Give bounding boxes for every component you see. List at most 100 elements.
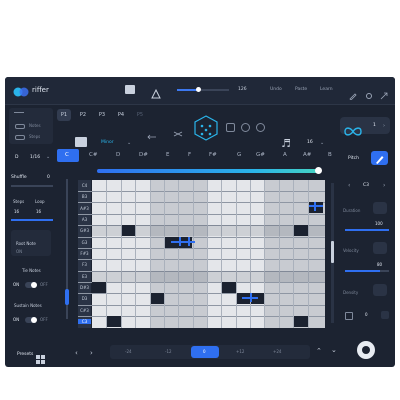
sustain-notes-toggle[interactable] (25, 317, 37, 323)
note-header[interactable]: E (166, 152, 169, 158)
scroll-down-button[interactable]: ⌄ (331, 346, 337, 354)
undo-button[interactable]: Undo (270, 87, 282, 92)
brush-icon (376, 156, 384, 164)
expand-icon[interactable] (380, 85, 388, 104)
loop-value[interactable]: 16 (36, 209, 41, 214)
tempo-slider[interactable] (177, 87, 229, 92)
sustain-on-label: ON (13, 317, 20, 322)
scroll-up-button[interactable]: ⌃ (316, 347, 322, 355)
page-p3-button[interactable]: P3 (95, 109, 109, 121)
page-p1-button[interactable]: P1 (57, 109, 71, 121)
repeat-right-icon[interactable]: › (383, 123, 385, 129)
selected-note[interactable] (309, 205, 323, 207)
scale-piano-icon[interactable] (75, 137, 87, 147)
transpose-option[interactable]: 0 (203, 349, 206, 354)
shift-left-icon[interactable] (147, 125, 157, 144)
duration-lock-icon[interactable] (256, 123, 265, 132)
scale-dropdown-icon[interactable]: ⌄ (127, 140, 131, 146)
note-header[interactable]: D (116, 152, 120, 158)
density-random-icon[interactable] (345, 312, 353, 320)
note-cell[interactable] (294, 225, 308, 236)
note-cell[interactable] (92, 282, 106, 293)
division-dropdown-icon[interactable]: ⌄ (46, 154, 50, 160)
note-header[interactable]: A (283, 152, 287, 158)
app-name: riffer (32, 86, 49, 94)
page-p5-button[interactable]: P5 (133, 109, 147, 121)
infinity-icon[interactable] (344, 121, 362, 140)
transpose-option[interactable]: +24 (273, 349, 281, 354)
learn-button[interactable]: Learn (320, 87, 333, 92)
pitch-edit-button[interactable] (371, 151, 388, 165)
note-header[interactable]: A# (303, 152, 311, 158)
note-cell[interactable] (309, 202, 323, 213)
page-p4-button[interactable]: P4 (114, 109, 128, 121)
shuffle-slider[interactable] (11, 185, 53, 187)
key-value[interactable]: D (15, 155, 18, 160)
notes-label[interactable]: Notes (29, 123, 41, 128)
paste-button[interactable]: Paste (295, 87, 307, 92)
sequence-scroll-bar[interactable] (97, 169, 319, 173)
selected-note-handle[interactable] (250, 293, 252, 302)
selected-note-handle[interactable] (188, 237, 190, 246)
transpose-option[interactable]: -24 (125, 349, 132, 354)
arrow-left-icon[interactable] (14, 112, 24, 113)
piano-icon[interactable] (125, 85, 135, 94)
note-header[interactable]: B (328, 152, 332, 158)
note-cell[interactable] (294, 316, 308, 327)
metronome-icon[interactable] (151, 84, 161, 103)
selected-note[interactable] (171, 241, 195, 243)
note-header[interactable]: F (188, 152, 191, 158)
density-icon[interactable] (373, 284, 387, 296)
root-note-label: Root Note (16, 241, 36, 246)
settings-icon[interactable] (365, 85, 373, 104)
note-cell[interactable] (107, 316, 121, 327)
note-header[interactable]: C (65, 152, 69, 158)
presets-label[interactable]: Presets (17, 352, 33, 357)
velocity-icon[interactable] (373, 242, 387, 254)
shuffle-value[interactable]: 0 (47, 175, 50, 180)
octave-right-icon[interactable]: › (383, 182, 385, 189)
pattern-dropdown-icon[interactable]: ⌄ (320, 140, 324, 146)
note-header[interactable]: G (237, 152, 241, 158)
prev-button[interactable]: ‹ (75, 349, 78, 357)
note-cell[interactable] (122, 225, 135, 236)
root-note-state[interactable]: ON (16, 249, 22, 254)
note-header[interactable]: D# (139, 152, 148, 158)
selected-note-handle[interactable] (179, 237, 181, 246)
tie-notes-toggle[interactable] (25, 282, 37, 288)
transpose-option[interactable]: +12 (236, 349, 244, 354)
density-dropdown-icon[interactable] (381, 311, 389, 319)
shuffle-icon[interactable] (173, 123, 183, 142)
duration-icon[interactable] (373, 202, 387, 214)
duration-slider[interactable] (345, 229, 389, 231)
selected-note-handle[interactable] (314, 202, 316, 211)
shuffle-label: Shuffle (11, 175, 27, 180)
dice-icon[interactable] (194, 115, 218, 145)
lock-icon[interactable] (226, 123, 235, 132)
velocity-lock-icon[interactable] (241, 123, 250, 132)
grid-vertical-scrollbar[interactable] (331, 183, 334, 323)
sequence-scroll-handle[interactable] (315, 167, 322, 174)
division-value[interactable]: 1/16 (30, 155, 40, 160)
pencil-icon[interactable] (349, 85, 357, 104)
octave-value: C3 (363, 183, 370, 188)
next-button[interactable]: › (90, 349, 93, 357)
steps-label[interactable]: Steps (29, 134, 40, 139)
note-cell[interactable] (151, 293, 164, 304)
user-avatar-icon[interactable] (357, 341, 375, 359)
steps-loop-slider[interactable] (11, 219, 53, 221)
pattern-length-slider[interactable] (65, 179, 69, 319)
presets-grid-icon[interactable] (36, 349, 45, 367)
scale-name[interactable]: Minor (101, 140, 114, 145)
note-cell[interactable] (222, 282, 236, 293)
note-header[interactable]: F# (209, 152, 217, 158)
page-p2-button[interactable]: P2 (76, 109, 90, 121)
transpose-option[interactable]: -12 (165, 349, 172, 354)
note-header[interactable]: G# (256, 152, 265, 158)
velocity-slider[interactable] (345, 270, 389, 272)
piano-roll-grid[interactable]: C4 B3 A#3 A3 G#3 G3 F#3 F3 E3 D#3 D3 C#3… (78, 180, 325, 328)
steps-value[interactable]: 16 (14, 209, 19, 214)
note-header[interactable]: C# (89, 152, 97, 158)
key-label: B3 (81, 194, 88, 199)
octave-left-icon[interactable]: ‹ (348, 182, 350, 189)
